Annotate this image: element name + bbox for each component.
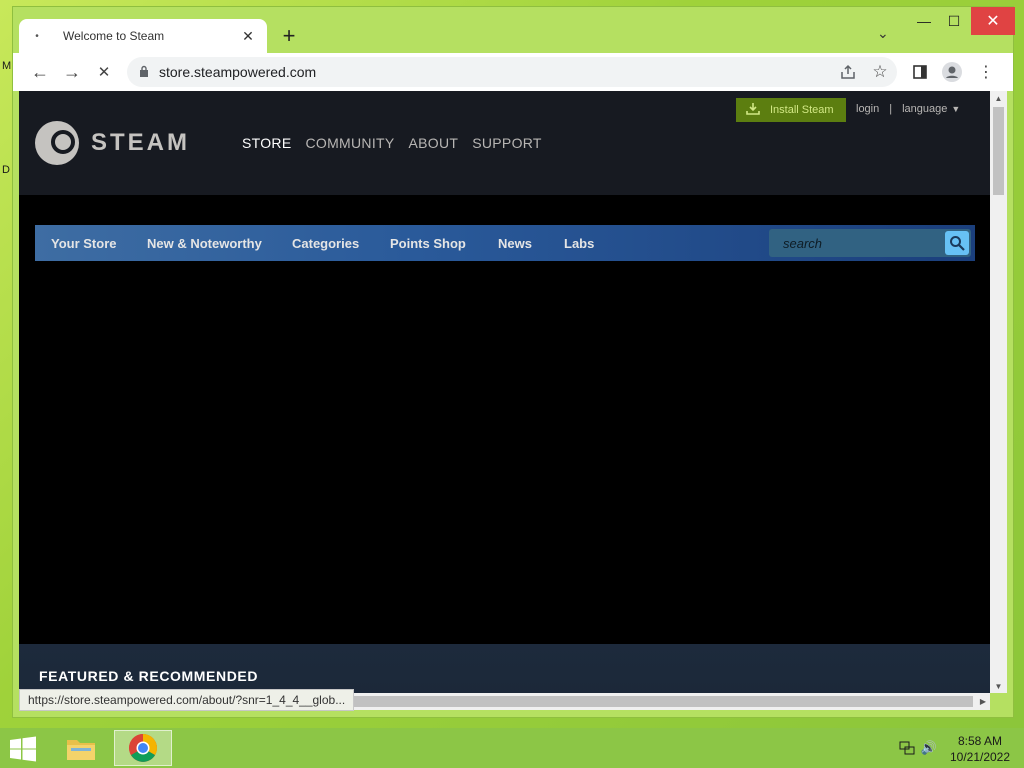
scroll-up-icon[interactable]: ▲ bbox=[990, 91, 1007, 105]
start-button[interactable] bbox=[8, 736, 38, 762]
nav-about[interactable]: ABOUT bbox=[409, 135, 459, 151]
nav-store[interactable]: STORE bbox=[242, 135, 291, 151]
language-label: language bbox=[902, 103, 948, 115]
steam-logo[interactable]: STEAM bbox=[35, 121, 190, 165]
featured-section: FEATURED & RECOMMENDED bbox=[19, 644, 990, 693]
link-separator: | bbox=[889, 103, 893, 115]
stop-loading-button[interactable]: ✕ bbox=[91, 59, 117, 85]
back-button[interactable]: ← bbox=[27, 59, 53, 85]
global-action-links: login | language ▼ bbox=[856, 103, 960, 115]
maximize-button[interactable]: ☐ bbox=[939, 7, 969, 35]
tab-strip: • Welcome to Steam ✕ + ⌄ — ☐ ✕ bbox=[13, 7, 1015, 53]
desktop-icon-label[interactable]: D bbox=[2, 164, 10, 176]
store-nav-categories[interactable]: Categories bbox=[292, 225, 359, 261]
nav-support[interactable]: SUPPORT bbox=[472, 135, 542, 151]
share-icon[interactable] bbox=[835, 59, 861, 85]
forward-button[interactable]: → bbox=[59, 59, 85, 85]
volume-icon[interactable]: 🔊 bbox=[920, 740, 938, 756]
loading-favicon-icon: • bbox=[35, 30, 39, 42]
store-nav-your-store[interactable]: Your Store bbox=[51, 225, 117, 261]
store-nav-labs[interactable]: Labs bbox=[564, 225, 594, 261]
vertical-scrollbar[interactable]: ▲ ▼ bbox=[990, 91, 1007, 693]
profile-avatar-icon[interactable] bbox=[939, 59, 965, 85]
tab-close-icon[interactable]: ✕ bbox=[239, 28, 257, 45]
tab-title: Welcome to Steam bbox=[63, 29, 165, 43]
vertical-scroll-thumb[interactable] bbox=[993, 107, 1004, 195]
steam-logo-text: STEAM bbox=[91, 129, 190, 156]
steam-logo-icon bbox=[35, 121, 79, 165]
address-bar[interactable]: store.steampowered.com bbox=[127, 57, 897, 87]
store-search bbox=[769, 229, 971, 257]
system-clock[interactable]: 8:58 AM 10/21/2022 bbox=[940, 733, 1020, 765]
taskbar-file-explorer[interactable] bbox=[60, 730, 102, 766]
search-icon bbox=[950, 236, 965, 251]
caret-down-icon: ▼ bbox=[951, 104, 961, 114]
main-nav: STORE COMMUNITY ABOUT SUPPORT bbox=[242, 135, 542, 151]
clock-time: 8:58 AM bbox=[957, 734, 1003, 748]
close-window-button[interactable]: ✕ bbox=[971, 7, 1015, 35]
status-bubble: https://store.steampowered.com/about/?sn… bbox=[19, 689, 355, 711]
desktop-icon-label[interactable]: M bbox=[2, 60, 11, 72]
new-tab-button[interactable]: + bbox=[277, 23, 301, 49]
store-nav-points-shop[interactable]: Points Shop bbox=[390, 225, 466, 261]
menu-kebab-icon[interactable]: ⋮ bbox=[973, 59, 999, 85]
clock-date: 10/21/2022 bbox=[949, 750, 1011, 764]
windows-logo-icon bbox=[10, 736, 36, 762]
install-steam-button[interactable]: Install Steam bbox=[736, 98, 846, 122]
side-panel-icon[interactable] bbox=[907, 59, 933, 85]
download-icon bbox=[746, 102, 762, 118]
steam-global-header: STEAM STORE COMMUNITY ABOUT SUPPORT Inst… bbox=[19, 91, 990, 195]
bookmark-star-icon[interactable]: ☆ bbox=[867, 59, 893, 85]
browser-tab[interactable]: • Welcome to Steam ✕ bbox=[19, 19, 267, 53]
scroll-down-icon[interactable]: ▼ bbox=[990, 679, 1007, 693]
chrome-icon bbox=[129, 734, 157, 762]
tab-search-icon[interactable]: ⌄ bbox=[877, 25, 889, 42]
network-icon[interactable] bbox=[898, 740, 916, 756]
taskbar: 🔊 8:58 AM 10/21/2022 bbox=[0, 728, 1024, 768]
store-nav-new-noteworthy[interactable]: New & Noteworthy bbox=[147, 225, 262, 261]
page-viewport: STEAM STORE COMMUNITY ABOUT SUPPORT Inst… bbox=[19, 91, 990, 693]
minimize-button[interactable]: — bbox=[909, 7, 939, 35]
language-dropdown[interactable]: language ▼ bbox=[902, 103, 960, 115]
store-nav-news[interactable]: News bbox=[498, 225, 532, 261]
scroll-right-icon[interactable]: ▶ bbox=[976, 693, 990, 710]
login-link[interactable]: login bbox=[856, 103, 879, 115]
store-nav-bar: Your Store New & Noteworthy Categories P… bbox=[35, 225, 975, 261]
lock-icon[interactable] bbox=[139, 65, 153, 80]
install-steam-label: Install Steam bbox=[770, 104, 834, 116]
folder-icon bbox=[67, 740, 95, 760]
taskbar-chrome[interactable] bbox=[114, 730, 172, 766]
nav-community[interactable]: COMMUNITY bbox=[305, 135, 394, 151]
browser-toolbar: ← → ✕ store.steampowered.com ☆ ⋮ bbox=[13, 53, 1013, 91]
search-button[interactable] bbox=[945, 231, 969, 255]
browser-window: • Welcome to Steam ✕ + ⌄ — ☐ ✕ ← → ✕ sto… bbox=[12, 6, 1015, 718]
featured-heading: FEATURED & RECOMMENDED bbox=[39, 668, 259, 684]
store-search-input[interactable] bbox=[769, 230, 939, 256]
url-text[interactable]: store.steampowered.com bbox=[159, 64, 316, 80]
